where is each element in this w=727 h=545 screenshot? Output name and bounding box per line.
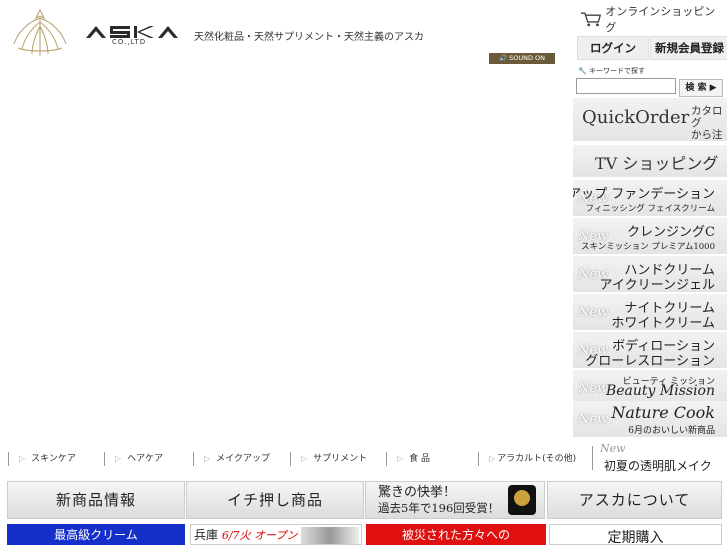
product-subtitle: グローレスローション bbox=[585, 354, 715, 369]
hyogo-opening-banner[interactable]: 兵庫 6/7火 オープン bbox=[190, 524, 362, 545]
separator bbox=[478, 451, 479, 466]
category-alacarte[interactable]: ▷ アラカルト(その他) bbox=[478, 448, 576, 470]
regular-purchase-banner[interactable]: 定期購入 bbox=[549, 524, 722, 545]
category-label: 食 品 bbox=[409, 454, 431, 464]
opening-date: 6/7火 オープン bbox=[221, 529, 298, 542]
quick-order-sub: カタログ から注文 bbox=[691, 105, 727, 141]
separator bbox=[592, 446, 593, 470]
separator bbox=[8, 451, 9, 466]
category-makeup[interactable]: ▷ メイクアップ bbox=[193, 448, 270, 470]
store-image bbox=[301, 527, 359, 544]
category-label: サプリメント bbox=[313, 454, 368, 464]
new-tag: New bbox=[578, 381, 609, 396]
product-subtitle: フィニッシング フェイスクリーム bbox=[585, 204, 715, 214]
arrow-icon: ▷ bbox=[204, 454, 211, 463]
early-summer-makeup-link[interactable]: New 初夏の透明肌メイク bbox=[590, 440, 727, 476]
award-banner[interactable]: 驚きの快挙！ 過去5年で196回受賞！ bbox=[365, 481, 545, 519]
separator bbox=[290, 451, 291, 466]
quick-order-panel[interactable]: QuickOrder カタログ から注文 bbox=[573, 98, 727, 142]
award-medal-icon bbox=[508, 485, 536, 515]
award-title: 驚きの快挙！ bbox=[378, 485, 457, 500]
search-tool-icon: 🔧 bbox=[578, 67, 587, 75]
category-nav: ▷ スキンケア ▷ ヘアケア ▷ メイクアップ ▷ サプリメント ▷ 食 品 ▷ アラカルト… bbox=[0, 448, 590, 470]
tv-shopping-label: TV ショッピング bbox=[595, 154, 719, 173]
new-tag: New bbox=[600, 442, 626, 455]
product-title: UV ナノアップ ファンデーション bbox=[573, 187, 715, 202]
hyogo-label: 兵庫 bbox=[194, 528, 219, 542]
disaster-support-banner[interactable]: 被災された方々への bbox=[366, 524, 546, 545]
product-nature-cook[interactable]: New Nature Cook 6月のおいしい新商品 bbox=[573, 401, 727, 438]
product-night-cream[interactable]: New ナイトクリーム ホワイトクリーム bbox=[573, 294, 727, 331]
arrow-icon: ▷ bbox=[19, 454, 26, 463]
tagline: 天然化粧品・天然サプリメント・天然主義のアスカ bbox=[194, 32, 424, 43]
arrow-icon: ▷ bbox=[115, 454, 122, 463]
award-subtitle: 過去5年で196回受賞！ bbox=[378, 501, 500, 515]
product-subtitle: 6月のおいしい新商品 bbox=[628, 426, 715, 436]
product-subtitle: Beauty Mission bbox=[605, 383, 715, 399]
category-food[interactable]: ▷ 食 品 bbox=[386, 448, 430, 470]
category-label: ヘアケア bbox=[127, 454, 164, 464]
online-shopping-link[interactable]: オンラインショッピング bbox=[580, 5, 722, 34]
new-tag: New bbox=[578, 305, 609, 320]
product-uv-foundation[interactable]: New UV ナノアップ ファンデーション フィニッシング フェイスクリーム bbox=[573, 180, 727, 217]
product-title: クレンジングC bbox=[627, 225, 715, 240]
search-label-text: キーワードで探す bbox=[588, 67, 645, 75]
new-tag: New bbox=[578, 412, 609, 427]
category-haircare[interactable]: ▷ ヘアケア bbox=[104, 448, 163, 470]
search-input[interactable] bbox=[576, 78, 676, 94]
logo-emblem bbox=[13, 8, 67, 56]
category-label: メイクアップ bbox=[216, 454, 270, 464]
product-cleansing[interactable]: New クレンジングC スキンミッション プレミアム1000 bbox=[573, 218, 727, 255]
category-label: アラカルト(その他) bbox=[497, 454, 577, 464]
search-label: 🔧 キーワードで探す bbox=[578, 66, 645, 76]
about-aska-banner[interactable]: アスカについて bbox=[547, 481, 722, 519]
category-supplements[interactable]: ▷ サプリメント bbox=[290, 448, 367, 470]
category-label: スキンケア bbox=[31, 454, 76, 464]
search-button[interactable]: 検 索 ▶ bbox=[679, 79, 723, 97]
login-button[interactable]: ログイン bbox=[577, 36, 649, 60]
tv-shopping-panel[interactable]: TV ショッピング bbox=[573, 145, 727, 178]
new-products-banner[interactable]: 新商品情報 bbox=[7, 481, 185, 519]
separator bbox=[193, 451, 194, 466]
premium-cream-banner[interactable]: 最高級クリーム bbox=[7, 524, 185, 545]
brand-subtitle: CO.,LTD bbox=[112, 38, 147, 46]
quick-order-sub-line1: カタログ bbox=[691, 105, 723, 129]
register-button[interactable]: 新規会員登録 bbox=[650, 36, 727, 60]
product-hand-cream[interactable]: New ハンドクリーム アイクリーンジェル bbox=[573, 256, 727, 293]
recommended-banner[interactable]: イチ押し商品 bbox=[186, 481, 364, 519]
arrow-icon: ▷ bbox=[397, 454, 404, 463]
arrow-icon: ▷ bbox=[489, 454, 496, 463]
online-shopping-label: オンラインショッピング bbox=[605, 5, 716, 34]
product-body-lotion[interactable]: New ボディローション グローレスローション bbox=[573, 332, 727, 369]
sound-on-button[interactable]: 🔊 SOUND ON bbox=[489, 53, 555, 64]
early-summer-makeup-label: 初夏の透明肌メイク bbox=[604, 459, 712, 473]
product-title: Nature Cook bbox=[611, 403, 715, 422]
product-subtitle: アイクリーンジェル bbox=[599, 278, 715, 293]
product-subtitle: スキンミッション プレミアム1000 bbox=[581, 242, 715, 252]
category-skincare[interactable]: ▷ スキンケア bbox=[8, 448, 76, 470]
separator bbox=[386, 451, 387, 466]
cart-icon bbox=[580, 12, 602, 27]
separator bbox=[104, 451, 105, 466]
product-subtitle: ホワイトクリーム bbox=[611, 316, 715, 331]
arrow-icon: ▷ bbox=[301, 454, 308, 463]
quick-order-title: QuickOrder bbox=[582, 107, 690, 128]
quick-order-sub-line2: から注文 bbox=[691, 129, 723, 141]
